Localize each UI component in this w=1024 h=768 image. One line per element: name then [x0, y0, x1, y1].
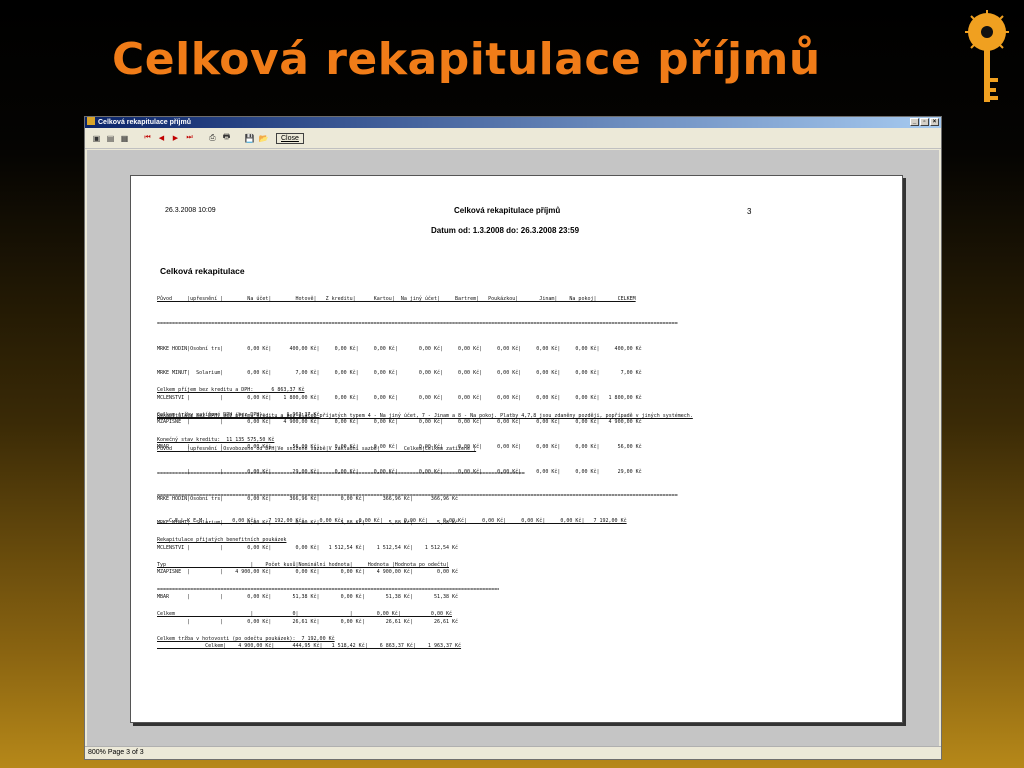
print-icon[interactable]: 🖶: [221, 132, 232, 144]
open-icon[interactable]: 📂: [258, 133, 269, 144]
status-bar: 800% Page 3 of 3: [85, 746, 941, 759]
preview-area[interactable]: 26.3.2008 10:09 Celková rekapitulace pří…: [87, 150, 939, 747]
close-button[interactable]: Close: [276, 132, 304, 144]
multi-page-icon[interactable]: ▦: [119, 133, 130, 144]
maximize-button[interactable]: ▫: [920, 118, 929, 126]
window-title: Celková rekapitulace příjmů: [98, 119, 191, 126]
first-page-icon[interactable]: ⏮: [142, 133, 153, 144]
close-window-button[interactable]: ×: [930, 118, 939, 126]
vouchers-total: Celkem tržba v hotovosti (po odečtu pouk…: [157, 635, 335, 642]
section-title: Celková rekapitulace: [160, 266, 245, 276]
table-row: MRKE HODIN|Osobní trs| 0,00 Kč| 366,96 K…: [157, 495, 459, 502]
report-window: Celková rekapitulace příjmů _ ▫ × ▣ ▤ ▦ …: [84, 116, 942, 760]
summary-line: Celkem příjem bez kreditu a DPH: 6 863,3…: [157, 387, 305, 394]
next-page-icon[interactable]: ▶: [170, 133, 181, 144]
whole-page-icon[interactable]: ▣: [91, 133, 102, 144]
table-header: Původ |upřesnění |Osvobozeno od DPH|Ve s…: [157, 446, 477, 453]
table-row: MRKE HODIN|Osobní trs| 0,00 Kč| 400,00 K…: [157, 345, 642, 352]
table-rule: ========================================…: [157, 586, 499, 593]
app-key-icon: [87, 117, 95, 125]
vouchers-table: Rekapitulace přijatých benefitních pouká…: [157, 520, 499, 659]
window-titlebar[interactable]: Celková rekapitulace příjmů _ ▫ ×: [85, 117, 941, 128]
page-width-icon[interactable]: ▤: [105, 133, 116, 144]
print-setup-icon[interactable]: ⎙: [207, 133, 218, 144]
table-rule: ========================================…: [157, 321, 678, 328]
table-row: Celkem | 0| | 0,00 Kč| 0,00 Kč: [157, 611, 453, 618]
minimize-button[interactable]: _: [910, 118, 919, 126]
slide-title: Celková rekapitulace příjmů: [112, 34, 821, 85]
vat-note: Rekapitulace bez DPH, bez příjmu kreditu…: [157, 413, 693, 419]
page-number: 3: [747, 207, 752, 216]
prev-page-icon[interactable]: ◀: [156, 133, 167, 144]
report-title: Celková rekapitulace příjmů: [454, 206, 561, 215]
vouchers-title: Rekapitulace přijatých benefitních pouká…: [157, 537, 287, 544]
date-range: Datum od: 1.3.2008 do: 26.3.2008 23:59: [431, 226, 580, 235]
report-page: 26.3.2008 10:09 Celková rekapitulace pří…: [130, 175, 903, 723]
last-page-icon[interactable]: ⏭: [184, 133, 195, 144]
key-logo-icon: [965, 10, 1009, 102]
toolbar: ▣ ▤ ▦ ⏮ ◀ ▶ ⏭ ⎙ 🖶 💾 📂 Close: [85, 128, 941, 149]
report-datetime: 26.3.2008 10:09: [165, 207, 216, 214]
table-header: Původ |upřesnění | Na účet| Hotově| Z kr…: [157, 296, 636, 303]
save-icon[interactable]: 💾: [244, 133, 255, 144]
table-header: Typ | Počet kusů|Nominální hodnota| Hodn…: [157, 562, 449, 569]
table-rule: ========================================…: [157, 471, 525, 478]
